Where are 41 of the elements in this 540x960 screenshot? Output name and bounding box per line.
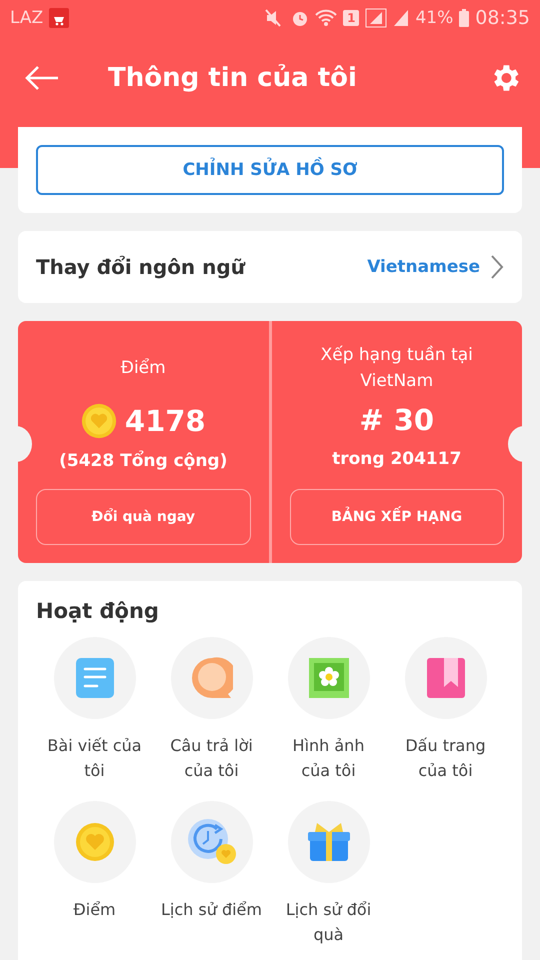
wifi-icon: [315, 9, 338, 27]
points-value: 4178: [124, 404, 206, 438]
leaderboard-button[interactable]: BẢNG XẾP HẠNG: [290, 489, 504, 545]
battery-percent: 41%: [415, 8, 454, 28]
gift-icon: [306, 822, 350, 862]
coin-icon: [74, 822, 114, 862]
alarm-icon: [291, 9, 310, 27]
activity-label: Lịch sử đổi quà: [284, 899, 372, 946]
carrier-logo: LAZ: [10, 8, 44, 28]
coin-icon: [80, 403, 117, 439]
points-title: Điểm: [120, 357, 166, 380]
sim-badge: 1: [343, 10, 360, 26]
chevron-right-icon: [490, 254, 504, 280]
activity-label: Bài viết của tôi: [46, 735, 143, 782]
rank-value: # 30: [359, 403, 434, 437]
activity-label: Hình ảnh của tôi: [292, 735, 366, 782]
activity-title: Hoạt động: [36, 599, 160, 623]
language-value: Vietnamese: [367, 257, 480, 277]
photo-icon: [308, 657, 350, 699]
back-icon[interactable]: [24, 65, 60, 91]
edit-profile-button[interactable]: CHỈNH SỬA HỒ SƠ: [36, 145, 504, 195]
activity-label: Dấu trang của tôi: [404, 735, 487, 782]
signal-icon: [365, 8, 388, 28]
activity-label: Câu trả lời của tôi: [169, 735, 254, 782]
redeem-button[interactable]: Đổi quà ngay: [36, 489, 250, 545]
clock-time: 08:35: [475, 7, 530, 29]
language-row[interactable]: Thay đổi ngôn ngữ Vietnamese: [18, 231, 522, 303]
page-title: Thông tin của tôi: [108, 63, 358, 93]
language-label: Thay đổi ngôn ngữ: [36, 255, 246, 279]
battery-icon: [459, 9, 470, 27]
speech-bubble-icon: [190, 657, 232, 699]
activity-label: Điểm: [73, 899, 116, 921]
points-total: (5428 Tổng cộng): [59, 451, 228, 471]
shop-icon: [49, 8, 70, 28]
signal-icon: [393, 9, 410, 27]
rank-total: trong 204117: [332, 449, 462, 469]
document-icon: [74, 657, 114, 699]
activity-label: Lịch sử điểm: [161, 899, 262, 921]
clock-icon: [186, 818, 236, 866]
bookmark-icon: [426, 657, 466, 699]
ranking-title: Xếp hạng tuần tại VietNam: [320, 344, 474, 393]
